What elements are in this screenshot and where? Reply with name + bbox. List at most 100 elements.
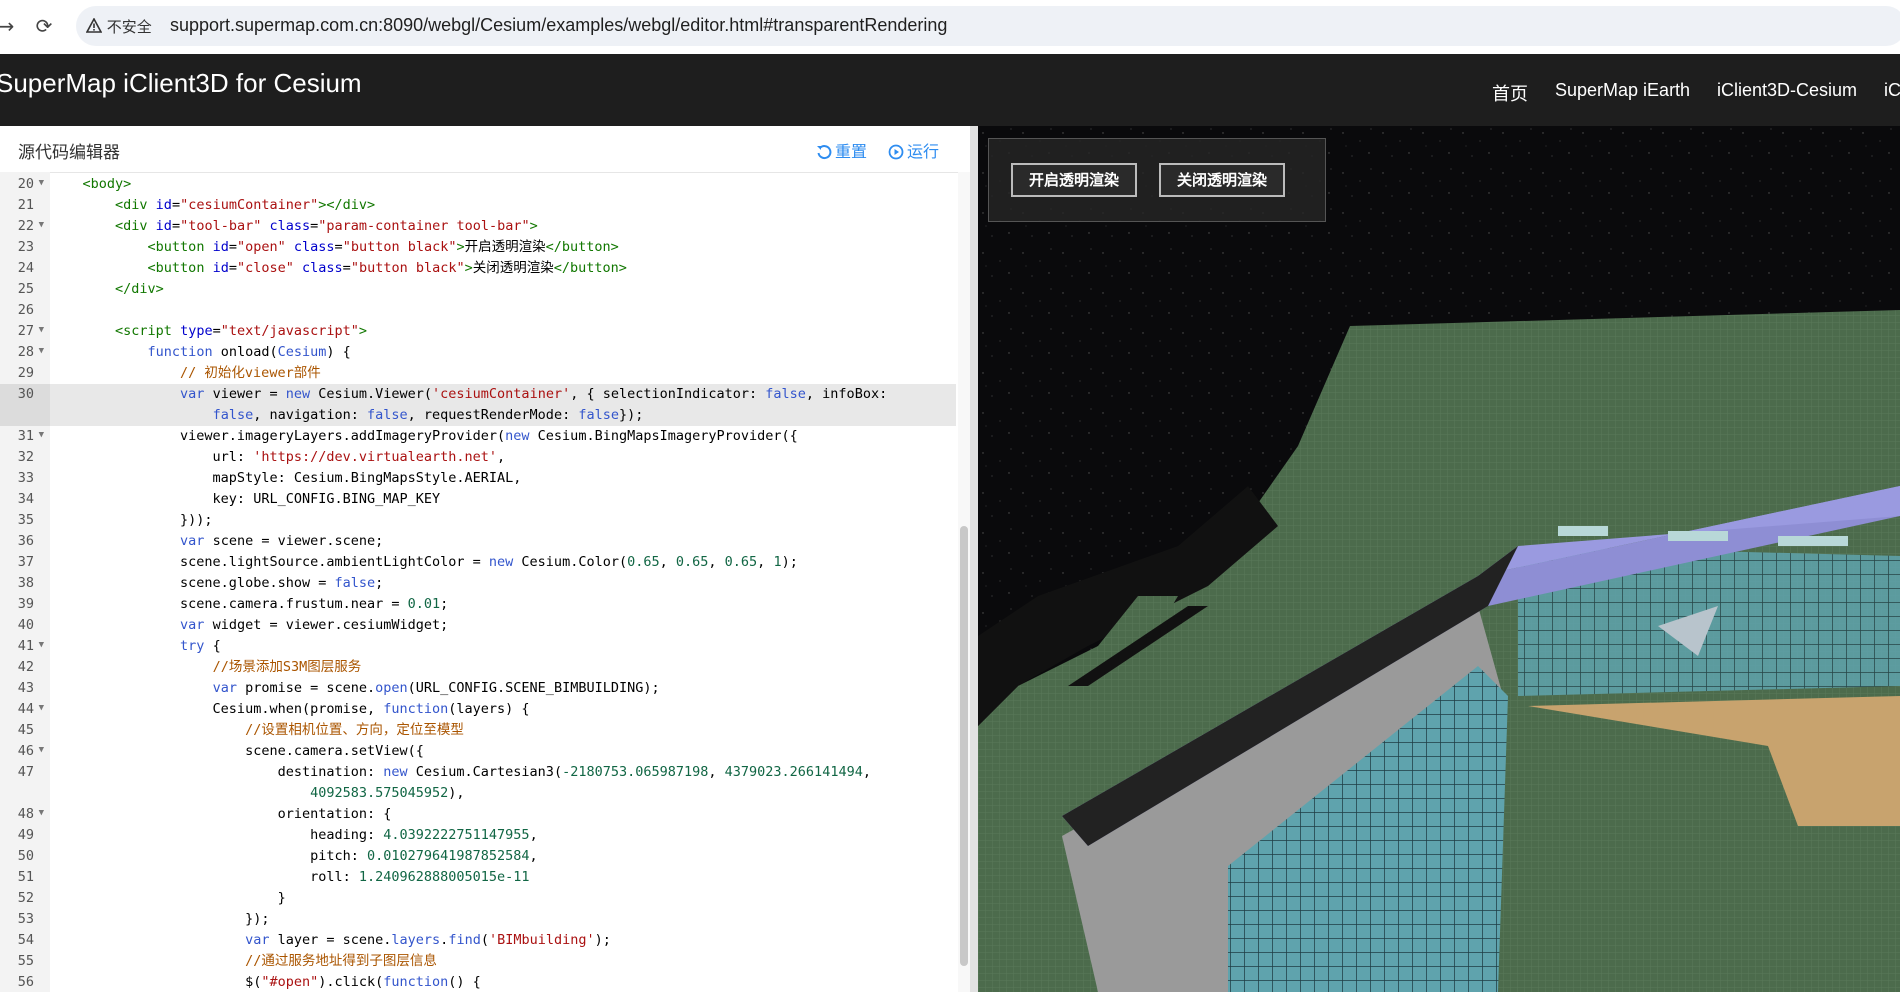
code-line[interactable]: viewer.imageryLayers.addImageryProvider(… — [50, 426, 798, 447]
code-token: "button black" — [350, 260, 465, 276]
code-token: , requestRenderMode: — [407, 407, 579, 423]
fold-arrow-icon[interactable]: ▼ — [39, 640, 44, 650]
code-line[interactable]: url: 'https://dev.virtualearth.net', — [50, 447, 506, 468]
code-line[interactable]: scene.globe.show = false; — [50, 573, 383, 594]
code-token: ; — [440, 596, 449, 612]
code-line[interactable]: <button id="close" class="button black">… — [50, 258, 627, 279]
nav-iclient3d-cesium[interactable]: iClient3D-Cesium — [1717, 80, 1857, 101]
code-line[interactable]: // 初始化viewer部件 — [50, 363, 321, 384]
code-line[interactable]: var viewer = new Cesium.Viewer('cesiumCo… — [50, 384, 887, 405]
code-line[interactable]: $("#open").click(function() { — [50, 972, 481, 992]
code-line[interactable]: roll: 1.240962888005015e-11 — [50, 867, 529, 888]
code-line[interactable]: <body> — [50, 174, 132, 195]
code-token: roll: — [50, 869, 359, 885]
code-area[interactable]: <body> <div id="cesiumContainer"></div> … — [50, 172, 958, 992]
code-line[interactable]: 4092583.575045952), — [50, 783, 464, 804]
code-line[interactable]: var layer = scene.layers.find('BIMbuildi… — [50, 930, 611, 951]
cesium-container[interactable]: 开启透明渲染 关闭透明渲染 — [978, 126, 1900, 992]
code-token: id — [212, 239, 229, 255]
code-token: new — [505, 428, 530, 444]
code-line[interactable]: <div id="cesiumContainer"></div> — [50, 195, 375, 216]
code-token: var — [180, 617, 205, 633]
line-number-text: 41 — [17, 638, 34, 654]
fold-arrow-icon[interactable]: ▼ — [39, 178, 44, 188]
code-token: url: — [50, 449, 254, 465]
code-line[interactable]: //场景添加S3M图层服务 — [50, 657, 362, 678]
code-line[interactable]: scene.camera.setView({ — [50, 741, 424, 762]
code-line[interactable]: <div id="tool-bar" class="param-containe… — [50, 216, 538, 237]
code-line[interactable]: }); — [50, 909, 269, 930]
code-token: Cesium.BingMapsImageryProvider({ — [529, 428, 798, 444]
nav-iearth[interactable]: SuperMap iEarth — [1555, 80, 1690, 101]
code-token: ) { — [326, 344, 351, 360]
fold-arrow-icon[interactable]: ▼ — [39, 808, 44, 818]
line-number: 56 — [0, 972, 50, 993]
close-transparent-button[interactable]: 关闭透明渲染 — [1159, 163, 1286, 197]
line-number-text: 24 — [17, 260, 34, 276]
reset-button[interactable]: 重置 — [816, 138, 867, 162]
code-line[interactable]: } — [50, 888, 286, 909]
code-token: ( — [480, 932, 489, 948]
code-line[interactable]: mapStyle: Cesium.BingMapsStyle.AERIAL, — [50, 468, 522, 489]
code-line[interactable]: pitch: 0.010279641987852584, — [50, 846, 538, 867]
code-token: = — [171, 218, 181, 234]
code-line[interactable]: //通过服务地址得到子图层信息 — [50, 951, 437, 972]
open-transparent-button[interactable]: 开启透明渲染 — [1011, 163, 1138, 197]
code-line[interactable]: scene.camera.frustum.near = 0.01; — [50, 594, 448, 615]
code-line[interactable]: try { — [50, 636, 221, 657]
security-indicator[interactable]: 不安全 — [85, 16, 152, 37]
code-token: "#open" — [261, 974, 319, 990]
url-text[interactable]: support.supermap.com.cn:8090/webgl/Cesiu… — [170, 15, 947, 36]
code-token: = — [334, 239, 343, 255]
fold-arrow-icon[interactable]: ▼ — [39, 220, 44, 230]
code-line[interactable]: })); — [50, 510, 213, 531]
run-button[interactable]: 运行 — [888, 138, 939, 162]
code-line[interactable]: function onload(Cesium) { — [50, 342, 351, 363]
fold-arrow-icon[interactable]: ▼ — [39, 703, 44, 713]
pane-splitter[interactable] — [970, 126, 978, 992]
code-line[interactable]: heading: 4.0392222751147955, — [50, 825, 538, 846]
code-line[interactable]: var widget = viewer.cesiumWidget; — [50, 615, 448, 636]
fold-arrow-icon[interactable]: ▼ — [39, 346, 44, 356]
reload-icon[interactable]: ⟳ — [32, 14, 56, 38]
line-number-text: 39 — [17, 596, 34, 612]
site-header: SuperMap iClient3D for Cesium 首页 SuperMa… — [0, 54, 1900, 126]
code-line[interactable]: orientation: { — [50, 804, 392, 825]
line-number-text: 45 — [17, 722, 34, 738]
scene-canvas[interactable] — [978, 126, 1900, 992]
fold-arrow-icon[interactable]: ▼ — [39, 325, 44, 335]
code-token: -2180753.065987198 — [562, 764, 709, 780]
code-line[interactable]: Cesium.when(promise, function(layers) { — [50, 699, 530, 720]
code-line[interactable]: destination: new Cesium.Cartesian3(-2180… — [50, 762, 871, 783]
code-token: </button> — [545, 239, 619, 255]
code-line[interactable]: <script type="text/javascript"> — [50, 321, 367, 342]
code-line[interactable]: var promise = scene.open(URL_CONFIG.SCEN… — [50, 678, 660, 699]
code-line[interactable]: //设置相机位置、方向，定位至模型 — [50, 720, 464, 741]
nav-more[interactable]: iC — [1884, 80, 1900, 101]
code-line[interactable]: <button id="open" class="button black">开… — [50, 237, 619, 258]
fold-arrow-icon[interactable]: ▼ — [39, 430, 44, 440]
line-number: 26 — [0, 300, 50, 321]
back-arrow-icon[interactable]: → — [0, 14, 18, 38]
address-bar[interactable]: 不安全 support.supermap.com.cn:8090/webgl/C… — [76, 6, 1900, 46]
code-token: widget = viewer.cesiumWidget; — [204, 617, 449, 633]
nav-home[interactable]: 首页 — [1492, 80, 1528, 106]
fold-arrow-icon[interactable]: ▼ — [39, 745, 44, 755]
code-line[interactable]: </div> — [50, 279, 164, 300]
line-number-text: 31 — [17, 428, 34, 444]
code-line[interactable]: false, navigation: false, requestRenderM… — [50, 405, 644, 426]
code-token: id — [155, 197, 172, 213]
line-number-text: 29 — [17, 365, 34, 381]
code-line[interactable]: key: URL_CONFIG.BING_MAP_KEY — [50, 489, 441, 510]
code-token: </button> — [553, 260, 627, 276]
code-line[interactable]: scene.lightSource.ambientLightColor = ne… — [50, 552, 798, 573]
code-token: 'cesiumContainer' — [432, 386, 571, 402]
code-token: Cesium.Cartesian3( — [407, 764, 563, 780]
code-token: layer = scene. — [269, 932, 392, 948]
code-token: orientation: { — [50, 806, 392, 822]
code-line[interactable]: var scene = viewer.scene; — [50, 531, 383, 552]
editor-scrollbar-thumb[interactable] — [960, 526, 968, 966]
